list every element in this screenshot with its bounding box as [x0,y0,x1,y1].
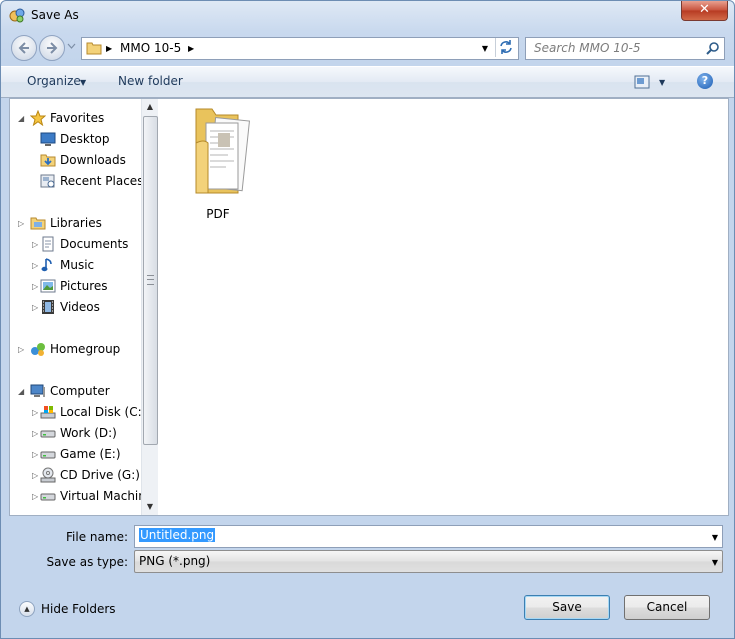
drive-icon [40,493,56,501]
computer-icon [30,384,45,397]
expand-pictures-icon[interactable]: ▷ [32,282,38,291]
expand-work-drive-icon[interactable]: ▷ [32,429,38,438]
music-icon [41,258,52,272]
search-icon[interactable] [706,41,720,55]
hide-folders-label: Hide Folders [41,602,116,616]
scrollbar-thumb[interactable] [143,116,158,445]
forward-arrow-icon [47,42,58,54]
help-icon[interactable]: ? [697,73,713,89]
expand-local-disk-icon[interactable]: ▷ [32,408,38,417]
organize-dropdown-icon[interactable]: ▼ [80,78,86,87]
cd-drive-icon [40,467,56,483]
folder-icon [86,42,102,55]
collapse-icon: ▲ [19,601,35,617]
recent-places-icon [40,174,55,188]
new-folder-button[interactable]: New folder [118,74,183,88]
expand-documents-icon[interactable]: ▷ [32,240,38,249]
scroll-up-icon[interactable]: ▲ [142,99,158,115]
drive-icon [40,451,56,459]
save-type-select[interactable]: PNG (*.png) ▼ [134,550,723,573]
expand-cd-drive-icon[interactable]: ▷ [32,471,38,480]
view-dropdown-icon[interactable]: ▼ [659,78,665,87]
breadcrumb-separator-icon[interactable]: ▶ [188,44,194,53]
pictures-icon [40,279,56,293]
folder-item[interactable]: PDF [175,103,261,223]
scroll-down-icon[interactable]: ▼ [142,499,158,515]
expand-music-icon[interactable]: ▷ [32,261,38,270]
close-button[interactable]: ✕ [681,1,728,21]
save-button[interactable]: Save [524,595,610,620]
file-name-dropdown-icon[interactable]: ▼ [712,533,718,542]
organize-button[interactable]: Organize [27,74,81,88]
expand-game-drive-icon[interactable]: ▷ [32,450,38,459]
documents-icon [42,236,54,252]
expand-homegroup-icon[interactable]: ▷ [18,345,24,354]
cancel-button[interactable]: Cancel [624,595,710,620]
refresh-icon [500,40,512,54]
expand-libraries-icon[interactable]: ▷ [18,219,24,228]
homegroup-icon [31,343,45,356]
breadcrumb-current[interactable]: MMO 10-5 [120,41,181,55]
desktop-icon [40,132,56,146]
local-disk-icon [40,406,56,419]
libraries-icon [30,217,46,230]
expand-virtual-machine-icon[interactable]: ▷ [32,492,38,501]
browser-area: ◢ Favorites Desktop Downloads Recent Pla… [9,98,729,516]
grip-icon [147,275,154,285]
forward-button[interactable] [39,35,65,61]
window-title: Save As [31,8,79,22]
file-list[interactable]: PDF [159,99,728,515]
app-icon [9,8,25,23]
close-icon: ✕ [699,2,710,17]
search-input[interactable]: Search MMO 10-5 [534,41,641,55]
folder-name: PDF [206,207,230,221]
expand-favorites-icon[interactable]: ◢ [18,114,24,123]
file-name-value[interactable]: Untitled.png [139,528,216,542]
expand-computer-icon[interactable]: ◢ [18,387,24,396]
search-box[interactable]: Search MMO 10-5 [525,37,725,60]
save-type-value: PNG (*.png) [139,554,211,568]
back-arrow-icon [18,42,29,54]
recent-pages-chevron-icon[interactable] [67,42,76,50]
downloads-icon [40,154,56,167]
save-options-panel: File name: Untitled.png ▼ Save as type: … [1,515,734,638]
expand-videos-icon[interactable]: ▷ [32,303,38,312]
save-type-dropdown-icon[interactable]: ▼ [712,558,718,567]
breadcrumb-separator-icon[interactable]: ▶ [106,44,112,53]
change-view-icon[interactable] [634,75,650,89]
drive-icon [40,430,56,438]
command-toolbar: Organize ▼ New folder ▼ ? [1,66,734,98]
nav-pane-scrollbar[interactable]: ▲ ▼ [141,99,158,515]
folder-icon [195,108,251,194]
navigation-bar: ▶ MMO 10-5 ▶ ▼ Search MMO 10-5 [1,33,734,63]
navigation-pane[interactable]: ◢ Favorites Desktop Downloads Recent Pla… [10,99,141,515]
address-bar[interactable]: ▶ MMO 10-5 ▶ ▼ [81,37,519,60]
back-button[interactable] [11,35,37,61]
address-dropdown-icon[interactable]: ▼ [482,44,488,53]
file-name-input[interactable]: Untitled.png ▼ [134,525,723,548]
title-bar[interactable]: Save As ✕ [1,1,734,31]
file-name-label: File name: [66,530,128,544]
save-type-label: Save as type: [46,555,128,569]
star-icon [30,110,46,126]
save-as-dialog: Save As ✕ ▶ MMO 10-5 ▶ ▼ Search MMO 10-5… [0,0,735,639]
videos-icon [42,300,54,314]
refresh-button[interactable] [495,38,518,57]
